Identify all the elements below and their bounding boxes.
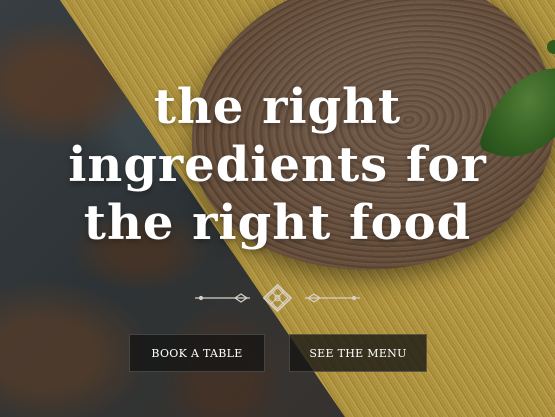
hero-section: the right ingredients for the right food… <box>0 0 555 417</box>
see-menu-button[interactable]: SEE THE MENU <box>289 334 427 372</box>
hero-headline: the right ingredients for the right food <box>0 78 555 252</box>
headline-line: ingredients for <box>68 137 487 193</box>
headline-line: the right <box>153 79 402 135</box>
headline-line: the right food <box>83 195 472 251</box>
book-table-button[interactable]: BOOK A TABLE <box>129 334 265 372</box>
ornamental-knot-icon <box>195 283 360 313</box>
